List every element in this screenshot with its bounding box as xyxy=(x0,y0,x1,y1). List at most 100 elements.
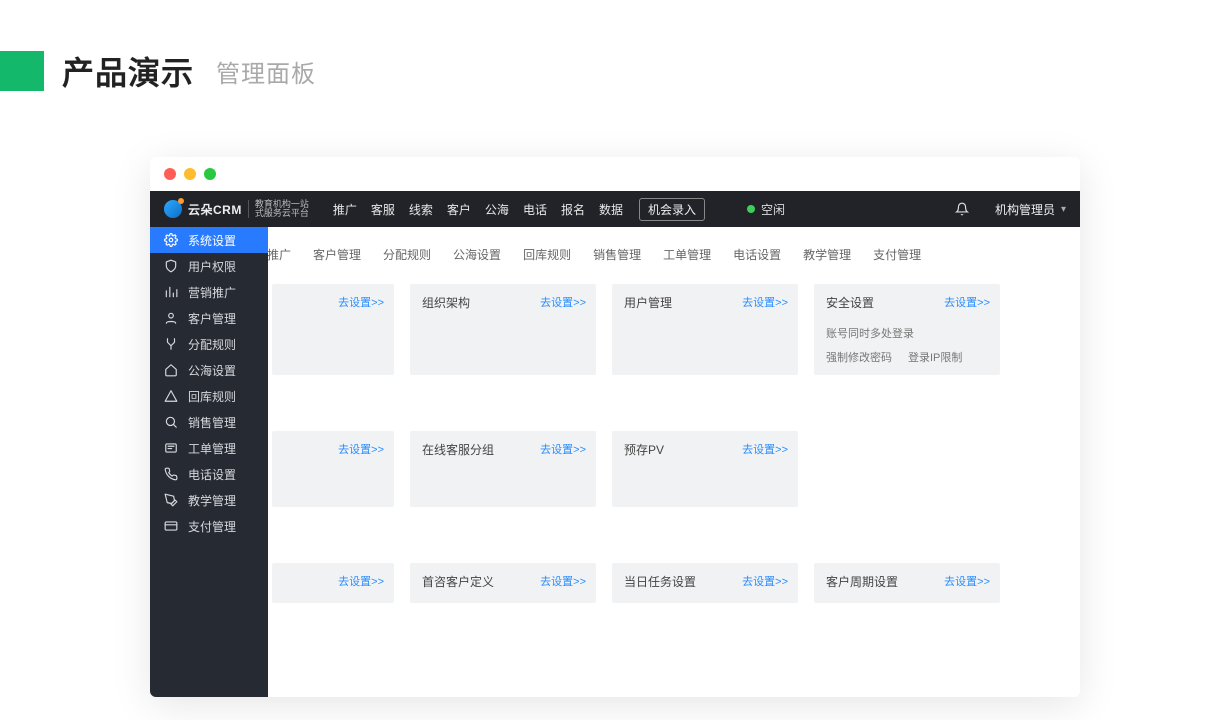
card-subline: 强制修改密码 xyxy=(826,349,892,365)
sidebar-item-label: 系统设置 xyxy=(188,232,236,249)
topnav-item[interactable]: 电话 xyxy=(523,201,547,218)
sidebar-item[interactable]: 分配规则 xyxy=(150,331,268,357)
sales-icon xyxy=(164,415,178,429)
sidebar-item-label: 用户权限 xyxy=(188,258,236,275)
sidebar-item[interactable]: 公海设置 xyxy=(150,357,268,383)
sidebar-item-label: 电话设置 xyxy=(188,466,236,483)
tab[interactable]: 教学管理 xyxy=(792,241,862,268)
slide-subtitle: 管理面板 xyxy=(216,54,316,89)
sidebar-item[interactable]: 回库规则 xyxy=(150,383,268,409)
topnav-item[interactable]: 推广 xyxy=(333,201,357,218)
topnav-item[interactable]: 客户 xyxy=(447,201,471,218)
brand-logo-icon xyxy=(164,200,182,218)
sidebar-item[interactable]: 销售管理 xyxy=(150,409,268,435)
home-icon xyxy=(164,363,178,377)
sidebar-item[interactable]: 营销推广 xyxy=(150,279,268,305)
chevron-down-icon: ▾ xyxy=(1061,204,1066,215)
bell-icon[interactable] xyxy=(955,202,969,216)
sidebar-item-label: 销售管理 xyxy=(188,414,236,431)
minimize-icon[interactable] xyxy=(184,168,196,180)
go-settings-link[interactable]: 去设置>> xyxy=(338,441,384,457)
tab[interactable]: 支付管理 xyxy=(862,241,932,268)
tab[interactable]: 分配规则 xyxy=(372,241,442,268)
sidebar-item[interactable]: 工单管理 xyxy=(150,435,268,461)
shield-icon xyxy=(164,259,178,273)
settings-card: 在线客服分组去设置>> xyxy=(410,431,596,507)
tab[interactable]: 工单管理 xyxy=(652,241,722,268)
sidebar: 系统设置用户权限营销推广客户管理分配规则公海设置回库规则销售管理工单管理电话设置… xyxy=(150,227,268,697)
sidebar-item[interactable]: 教学管理 xyxy=(150,487,268,513)
settings-card: 去设置>> xyxy=(272,284,394,375)
settings-card: 安全设置去设置>>账号同时多处登录强制修改密码登录IP限制 xyxy=(814,284,1000,375)
accent-block xyxy=(0,51,44,91)
tab[interactable]: 客户管理 xyxy=(302,241,372,268)
go-settings-link[interactable]: 去设置>> xyxy=(944,573,990,589)
maximize-icon[interactable] xyxy=(204,168,216,180)
cards-wrap: 去设置>>组织架构去设置>>用户管理去设置>>安全设置去设置>>账号同时多处登录… xyxy=(268,278,1080,697)
sidebar-item-label: 教学管理 xyxy=(188,492,236,509)
sidebar-item[interactable]: 用户权限 xyxy=(150,253,268,279)
body: 系统设置用户权限营销推广客户管理分配规则公海设置回库规则销售管理工单管理电话设置… xyxy=(150,227,1080,697)
chart-icon xyxy=(164,285,178,299)
settings-icon xyxy=(164,233,178,247)
sidebar-item-label: 回库规则 xyxy=(188,388,236,405)
sidebar-item-label: 客户管理 xyxy=(188,310,236,327)
ticket-icon xyxy=(164,441,178,455)
sidebar-item-label: 营销推广 xyxy=(188,284,236,301)
slide-heading: 产品演示 管理面板 xyxy=(0,48,316,94)
go-settings-link[interactable]: 去设置>> xyxy=(540,294,586,310)
brand-tagline: 教育机构一站 式服务云平台 xyxy=(248,200,309,219)
go-settings-link[interactable]: 去设置>> xyxy=(338,294,384,310)
settings-card: 组织架构去设置>> xyxy=(410,284,596,375)
brand-tagline-line2: 式服务云平台 xyxy=(255,208,309,218)
tab[interactable]: 回库规则 xyxy=(512,241,582,268)
user-icon xyxy=(164,311,178,325)
app-window: 云朵CRM 教育机构一站 式服务云平台 推广客服线索客户公海电话报名数据 机会录… xyxy=(150,157,1080,697)
go-settings-link[interactable]: 去设置>> xyxy=(338,573,384,589)
sidebar-item-label: 分配规则 xyxy=(188,336,236,353)
tab[interactable]: 公海设置 xyxy=(442,241,512,268)
go-settings-link[interactable]: 去设置>> xyxy=(742,441,788,457)
user-menu[interactable]: 机构管理员 ▾ xyxy=(995,201,1066,218)
topnav-item[interactable]: 数据 xyxy=(599,201,623,218)
card-subline: 账号同时多处登录 xyxy=(826,325,914,341)
main-area: 推广客户管理分配规则公海设置回库规则销售管理工单管理电话设置教学管理支付管理 去… xyxy=(268,227,1080,697)
go-settings-link[interactable]: 去设置>> xyxy=(540,573,586,589)
settings-card: 首咨客户定义去设置>> xyxy=(410,563,596,603)
settings-card: 去设置>> xyxy=(272,431,394,507)
tab[interactable]: 销售管理 xyxy=(582,241,652,268)
close-icon[interactable] xyxy=(164,168,176,180)
phone-icon xyxy=(164,467,178,481)
user-label: 机构管理员 xyxy=(995,201,1055,218)
topnav-item[interactable]: 线索 xyxy=(409,201,433,218)
status-dot-icon xyxy=(747,205,755,213)
split-icon xyxy=(164,337,178,351)
sidebar-item[interactable]: 支付管理 xyxy=(150,513,268,539)
record-button[interactable]: 机会录入 xyxy=(639,198,705,221)
go-settings-link[interactable]: 去设置>> xyxy=(742,294,788,310)
status-text: 空闲 xyxy=(761,201,785,218)
settings-card: 预存PV去设置>> xyxy=(612,431,798,507)
sidebar-item[interactable]: 客户管理 xyxy=(150,305,268,331)
tab[interactable]: 推广 xyxy=(268,241,302,268)
go-settings-link[interactable]: 去设置>> xyxy=(540,441,586,457)
go-settings-link[interactable]: 去设置>> xyxy=(742,573,788,589)
topnav-item[interactable]: 公海 xyxy=(485,201,509,218)
tab[interactable]: 电话设置 xyxy=(722,241,792,268)
topnav-item[interactable]: 报名 xyxy=(561,201,585,218)
topnav-item[interactable]: 客服 xyxy=(371,201,395,218)
card-icon xyxy=(164,519,178,533)
slide-title: 产品演示 xyxy=(62,48,194,94)
sidebar-item[interactable]: 电话设置 xyxy=(150,461,268,487)
window-titlebar xyxy=(150,157,1080,191)
top-nav: 推广客服线索客户公海电话报名数据 xyxy=(333,201,623,218)
status-indicator: 空闲 xyxy=(747,201,785,218)
go-settings-link[interactable]: 去设置>> xyxy=(944,294,990,310)
settings-card: 客户周期设置去设置>> xyxy=(814,563,1000,603)
sidebar-item-label: 工单管理 xyxy=(188,440,236,457)
sidebar-item[interactable]: 系统设置 xyxy=(150,227,268,253)
pen-icon xyxy=(164,493,178,507)
sidebar-item-label: 支付管理 xyxy=(188,518,236,535)
tab-bar: 推广客户管理分配规则公海设置回库规则销售管理工单管理电话设置教学管理支付管理 xyxy=(268,227,1080,278)
brand-name: 云朵CRM xyxy=(188,201,242,218)
